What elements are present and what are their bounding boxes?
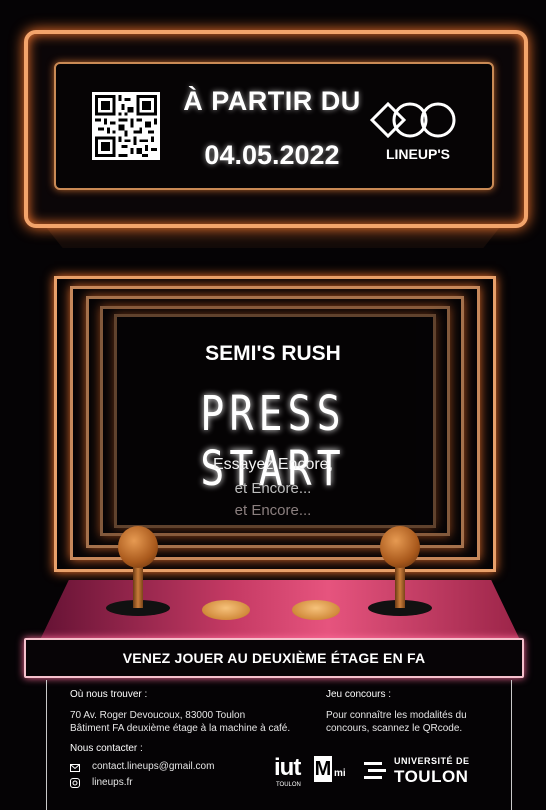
- qr-code[interactable]: [92, 92, 160, 160]
- contest-text-2: concours, scannez le QRcode.: [326, 723, 463, 734]
- contest-text-1: Pour connaître les modalités du: [326, 710, 467, 721]
- universite-bottom-text: TOULON: [394, 767, 469, 786]
- arcade-button-right[interactable]: [292, 600, 340, 620]
- where-title: Où nous trouver :: [70, 689, 148, 700]
- contact-title: Nous contacter :: [70, 743, 143, 754]
- mail-icon: [70, 764, 80, 772]
- iut-logo: iut TOULON M mi: [274, 754, 352, 794]
- marquee-headline: À PARTIR DU: [183, 86, 361, 116]
- universite-toulon-logo: UNIVERSITÉ DE TOULON: [364, 756, 484, 790]
- location-banner: VENEZ JOUER AU DEUXIÈME ÉTAGE EN FA: [24, 638, 524, 678]
- contest-title: Jeu concours :: [326, 689, 392, 700]
- address-line: 70 Av. Roger Devoucoux, 83000 Toulon: [70, 710, 246, 721]
- universite-emblem-icon: [364, 762, 386, 779]
- universite-top-text: UNIVERSITÉ DE: [394, 756, 470, 766]
- iut-logo-sub: TOULON: [276, 782, 301, 788]
- try-again-line-1: Essayez Encore,: [212, 456, 334, 473]
- contact-email[interactable]: contact.lineups@gmail.com: [92, 760, 214, 774]
- mmi-m-block: M: [314, 756, 332, 782]
- arcade-button-left[interactable]: [202, 600, 250, 620]
- building-line: Bâtiment FA deuxième étage à la machine …: [70, 723, 291, 734]
- game-title: SEMI'S RUSH: [205, 342, 341, 365]
- launch-date: 04.05.2022: [204, 140, 340, 170]
- try-again-line-3: et Encore...: [234, 502, 312, 519]
- instagram-icon: [70, 778, 80, 788]
- joystick-right-ball[interactable]: [380, 526, 420, 568]
- joystick-left-ball[interactable]: [118, 526, 158, 568]
- mmi-logo-text: mi: [334, 768, 346, 779]
- iut-logo-text: iut: [274, 754, 301, 781]
- lineups-logo-icon: [369, 101, 456, 139]
- website-link[interactable]: lineups.fr: [92, 776, 133, 790]
- brand-name: LINEUP'S: [385, 146, 450, 162]
- try-again-line-2: et Encore...: [234, 480, 312, 497]
